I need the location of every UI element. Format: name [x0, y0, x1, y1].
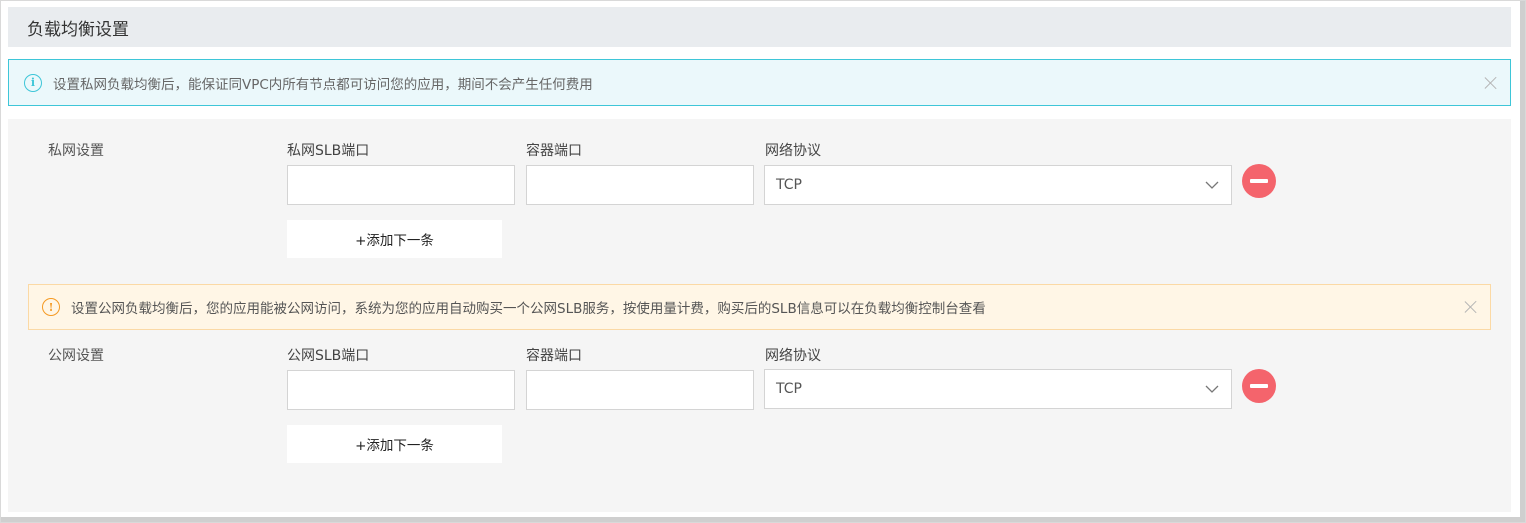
private-protocol-value: TCP	[776, 177, 802, 193]
public-row-label: 公网设置	[48, 348, 104, 364]
minus-icon	[1250, 384, 1268, 388]
info-circle-icon: i	[24, 73, 42, 92]
private-add-button[interactable]: +添加下一条	[287, 220, 502, 258]
warning-alert: ! 设置公网负载均衡后，您的应用能被公网访问，系统为您的应用自动购买一个公网SL…	[28, 284, 1491, 330]
info-alert-text: 设置私网负载均衡后，能保证同VPC内所有节点都可访问您的应用，期间不会产生任何费…	[53, 76, 593, 93]
public-remove-button[interactable]	[1242, 369, 1276, 403]
public-add-button[interactable]: +添加下一条	[287, 425, 502, 463]
private-row-label: 私网设置	[48, 143, 104, 159]
private-protocol-label: 网络协议	[765, 143, 821, 159]
private-slb-port-input[interactable]	[287, 165, 515, 205]
private-remove-button[interactable]	[1242, 164, 1276, 198]
public-container-port-label: 容器端口	[526, 348, 582, 364]
chevron-down-icon	[1205, 385, 1219, 393]
private-protocol-select[interactable]: TCP	[764, 165, 1232, 205]
chevron-down-icon	[1205, 181, 1219, 189]
private-slb-port-label: 私网SLB端口	[287, 143, 370, 159]
window-frame: 负载均衡设置 i 设置私网负载均衡后，能保证同VPC内所有节点都可访问您的应用，…	[0, 0, 1526, 523]
info-alert-close-icon[interactable]	[1484, 76, 1498, 90]
public-protocol-value: TCP	[776, 381, 802, 397]
private-container-port-label: 容器端口	[526, 143, 582, 159]
warning-alert-text: 设置公网负载均衡后，您的应用能被公网访问，系统为您的应用自动购买一个公网SLB服…	[71, 301, 986, 317]
minus-icon	[1250, 179, 1268, 183]
section-title: 负载均衡设置	[27, 19, 129, 40]
public-protocol-label: 网络协议	[765, 348, 821, 364]
public-container-port-input[interactable]	[526, 370, 754, 410]
private-container-port-input[interactable]	[526, 165, 754, 205]
public-protocol-select[interactable]: TCP	[764, 369, 1232, 409]
section-header: 负载均衡设置	[8, 7, 1511, 47]
public-slb-port-input[interactable]	[287, 370, 515, 410]
public-slb-port-label: 公网SLB端口	[287, 348, 370, 364]
load-balancer-panel: 私网设置 私网SLB端口 容器端口 网络协议 TCP +添加下一条 ! 设置公网…	[8, 119, 1511, 512]
warning-alert-close-icon[interactable]	[1464, 300, 1478, 314]
warning-circle-icon: !	[42, 298, 60, 316]
info-alert: i 设置私网负载均衡后，能保证同VPC内所有节点都可访问您的应用，期间不会产生任…	[8, 59, 1511, 106]
